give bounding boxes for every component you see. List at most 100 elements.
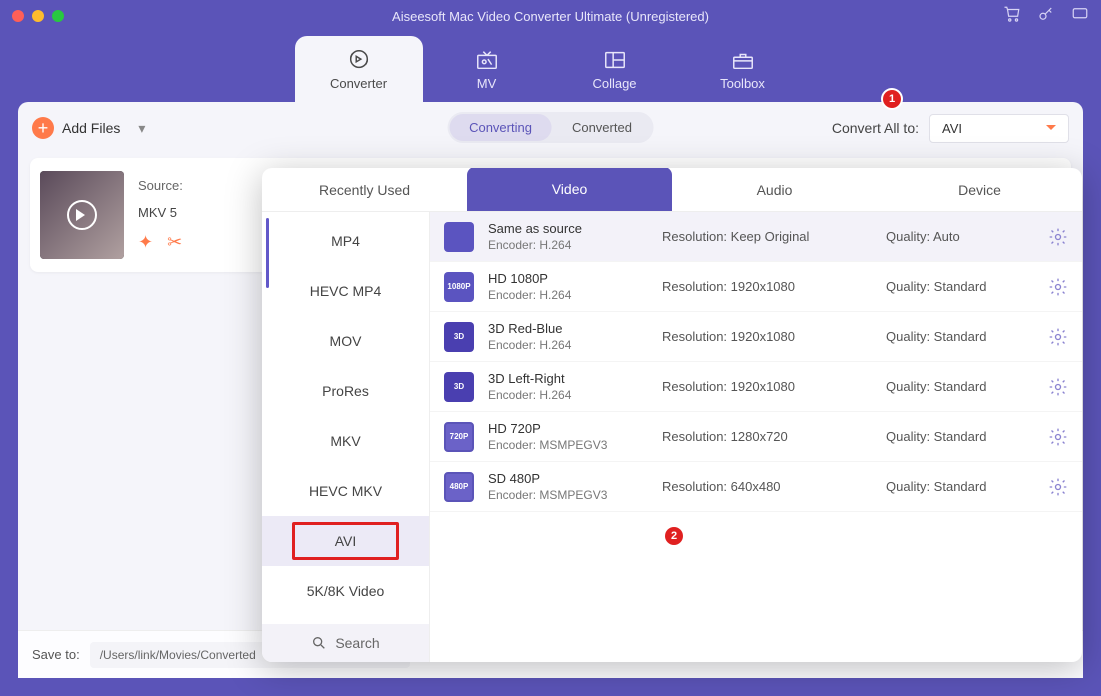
profile-main: HD 1080P Encoder: H.264 <box>488 271 648 302</box>
profile-title: Same as source <box>488 221 648 236</box>
format-item-mkv[interactable]: MKV <box>262 416 429 466</box>
profile-encoder: Encoder: H.264 <box>488 288 648 302</box>
profile-title: 3D Left-Right <box>488 371 648 386</box>
profile-main: SD 480P Encoder: MSMPEGV3 <box>488 471 648 502</box>
gear-icon[interactable] <box>1048 427 1068 447</box>
add-files-label: Add Files <box>62 120 120 136</box>
status-segmented-control: Converting Converted <box>447 112 654 143</box>
close-window-button[interactable] <box>12 10 24 22</box>
gear-icon[interactable] <box>1048 377 1068 397</box>
format-item-hevc-mkv[interactable]: HEVC MKV <box>262 466 429 516</box>
profile-row[interactable]: Same as sourceEncoder: H.264Resolution: … <box>430 212 1082 262</box>
profile-encoder: Encoder: H.264 <box>488 338 648 352</box>
tab-mv[interactable]: MV <box>423 36 551 102</box>
profile-encoder: Encoder: MSMPEGV3 <box>488 488 648 502</box>
titlebar: Aiseesoft Mac Video Converter Ultimate (… <box>0 0 1101 32</box>
profile-row[interactable]: 3D 3D Red-Blue Encoder: H.264 Resolution: 1… <box>430 312 1082 362</box>
file-format-text: MKV 5 <box>138 205 183 220</box>
format-item-prores[interactable]: ProRes <box>262 366 429 416</box>
tab-toolbox-label: Toolbox <box>720 76 765 91</box>
profile-main: 3D Red-Blue Encoder: H.264 <box>488 321 648 352</box>
profile-icon: 3D <box>444 322 474 352</box>
gear-icon[interactable] <box>1048 277 1068 297</box>
format-item-mp4[interactable]: MP4 <box>262 216 429 266</box>
profile-resolution: Resolution: 1920x1080 <box>662 379 872 394</box>
chevron-down-icon[interactable]: ▾ <box>138 120 145 137</box>
profile-title: 3D Red-Blue <box>488 321 648 336</box>
plus-icon: + <box>32 117 54 139</box>
format-item-avi[interactable]: AVI <box>262 516 429 566</box>
tab-converter[interactable]: Converter <box>295 36 423 102</box>
profile-row[interactable]: 3D 3D Left-Right Encoder: H.264 Resolution:… <box>430 362 1082 412</box>
window-title: Aiseesoft Mac Video Converter Ultimate (… <box>392 9 709 24</box>
profile-quality: Quality: Standard <box>886 379 1034 394</box>
annotation-callout-1: 1 <box>883 90 901 108</box>
add-files-button[interactable]: + Add Files ▾ <box>32 117 145 139</box>
format-search[interactable]: Search <box>262 624 429 662</box>
annotation-highlight-box <box>292 522 399 560</box>
profile-resolution: Resolution: 640x480 <box>662 479 872 494</box>
profile-icon: 720P <box>444 422 474 452</box>
profile-resolution: Resolution: 1280x720 <box>662 429 872 444</box>
source-label: Source: <box>138 178 183 193</box>
panel-tab-video[interactable]: Video <box>467 168 672 211</box>
play-icon <box>67 200 97 230</box>
minimize-window-button[interactable] <box>32 10 44 22</box>
tab-collage[interactable]: Collage <box>551 36 679 102</box>
format-sidebar: MP4 HEVC MP4 MOV ProRes MKV HEVC MKV AVI… <box>262 212 430 662</box>
enhance-icon[interactable]: ✦ <box>138 232 153 253</box>
profile-icon <box>444 222 474 252</box>
profile-main: Same as source Encoder: H.264 <box>488 221 648 252</box>
profile-encoder: Encoder: MSMPEGV3 <box>488 438 648 452</box>
format-panel-body: MP4 HEVC MP4 MOV ProRes MKV HEVC MKV AVI… <box>262 212 1082 662</box>
profile-row[interactable]: 480PSD 480PEncoder: MSMPEGV3Resolution: … <box>430 462 1082 512</box>
tab-collage-label: Collage <box>592 76 636 91</box>
profile-row[interactable]: 1080PHD 1080PEncoder: H.264Resolution: 1… <box>430 262 1082 312</box>
panel-tab-audio[interactable]: Audio <box>672 168 877 211</box>
cart-icon[interactable] <box>1003 5 1021 28</box>
key-icon[interactable] <box>1037 5 1055 28</box>
profile-row[interactable]: 720P HD 720PEncoder: MSMPEGV3 Resolution: … <box>430 412 1082 462</box>
format-item-mov[interactable]: MOV <box>262 316 429 366</box>
panel-tab-device[interactable]: Device <box>877 168 1082 211</box>
format-list[interactable]: MP4 HEVC MP4 MOV ProRes MKV HEVC MKV AVI… <box>262 212 429 624</box>
gear-icon[interactable] <box>1048 227 1068 247</box>
profile-quality: Quality: Standard <box>886 479 1034 494</box>
format-item-5k8k[interactable]: 5K/8K Video <box>262 566 429 616</box>
app-tabs: Converter MV Collage Toolbox <box>0 32 1101 102</box>
format-select[interactable]: AVI <box>929 114 1069 143</box>
window-controls <box>12 10 64 22</box>
tab-toolbox[interactable]: Toolbox <box>679 36 807 102</box>
profile-quality: Quality: Auto <box>886 229 1034 244</box>
format-category-tabs: Recently Used Video Audio Device <box>262 168 1082 212</box>
save-to-label: Save to: <box>32 647 80 662</box>
profile-encoder: Encoder: H.264 <box>488 388 648 402</box>
video-thumbnail[interactable] <box>40 171 124 259</box>
profile-encoder: Encoder: H.264 <box>488 238 648 252</box>
convert-all-to: Convert All to: AVI <box>832 114 1069 143</box>
panel-tab-recent[interactable]: Recently Used <box>262 168 467 211</box>
profile-icon: 1080P <box>444 272 474 302</box>
maximize-window-button[interactable] <box>52 10 64 22</box>
profile-quality: Quality: Standard <box>886 429 1034 444</box>
profile-icon: 3D <box>444 372 474 402</box>
convert-all-to-label: Convert All to: <box>832 120 919 136</box>
trim-icon[interactable]: ✂ <box>167 232 182 253</box>
profile-main: HD 720PEncoder: MSMPEGV3 <box>488 421 648 452</box>
seg-converted[interactable]: Converted <box>552 114 652 141</box>
profile-resolution: Resolution: 1920x1080 <box>662 329 872 344</box>
profile-title: HD 1080P <box>488 271 648 286</box>
gear-icon[interactable] <box>1048 327 1068 347</box>
toolbar: + Add Files ▾ Converting Converted Conve… <box>18 102 1083 144</box>
format-item-hevc-mp4[interactable]: HEVC MP4 <box>262 266 429 316</box>
file-action-icons: ✦ ✂ <box>138 232 183 253</box>
format-picker-panel: Recently Used Video Audio Device MP4 HEV… <box>262 168 1082 662</box>
search-icon <box>311 635 327 651</box>
seg-converting[interactable]: Converting <box>449 114 552 141</box>
tab-mv-label: MV <box>477 76 497 91</box>
feedback-icon[interactable] <box>1071 5 1089 28</box>
scrollbar-thumb[interactable] <box>266 218 269 288</box>
profile-list[interactable]: Same as source Encoder: H.264 Resolution: … <box>430 212 1082 662</box>
gear-icon[interactable] <box>1048 477 1068 497</box>
profile-title: SD 480P <box>488 471 648 486</box>
